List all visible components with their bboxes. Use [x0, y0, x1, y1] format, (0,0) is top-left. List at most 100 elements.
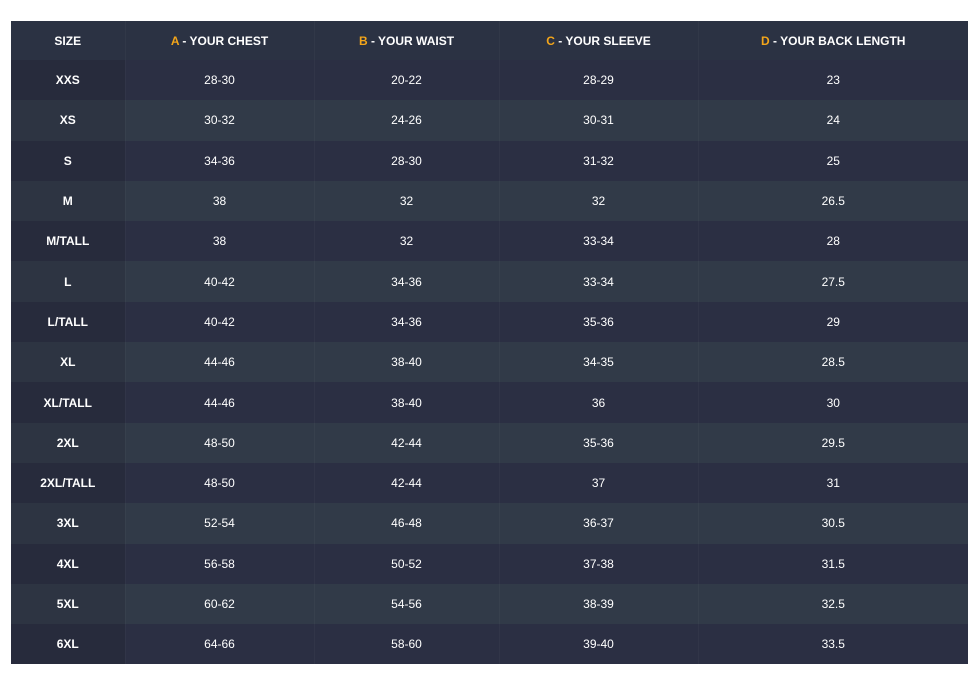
- sleeve-cell: 36: [499, 382, 698, 423]
- sleeve-cell: 31-32: [499, 140, 698, 181]
- size-chart-table: SIZE A - YOUR CHEST B - YOUR WAIST C - Y…: [11, 21, 968, 665]
- header-waist-letter: B: [358, 33, 368, 48]
- header-size: SIZE: [11, 21, 125, 60]
- table-body: XXS 28-30 20-22 28-29 23 XS 30-32 24-26 …: [11, 60, 968, 665]
- table-row: XS 30-32 24-26 30-31 24: [11, 100, 968, 141]
- back-length-cell: 30: [698, 382, 968, 423]
- table-row: XXS 28-30 20-22 28-29 23: [11, 60, 968, 101]
- table-row: M/TALL 38 32 33-34 28: [11, 221, 968, 262]
- chest-cell: 44-46: [125, 382, 314, 423]
- back-length-cell: 28: [698, 221, 968, 262]
- back-length-cell: 29: [698, 301, 968, 343]
- back-length-cell: 29.5: [698, 422, 968, 463]
- waist-cell: 54-56: [314, 583, 499, 625]
- chest-cell: 40-42: [125, 261, 314, 302]
- header-back-length-label: - YOUR BACK LENGTH: [769, 33, 906, 48]
- back-length-cell: 31.5: [698, 543, 968, 584]
- chest-cell: 38: [125, 180, 314, 222]
- sleeve-cell: 35-36: [499, 422, 698, 463]
- size-cell: XS: [11, 100, 125, 141]
- chest-cell: 64-66: [125, 624, 314, 665]
- sleeve-cell: 34-35: [499, 342, 698, 383]
- size-cell: S: [11, 140, 125, 181]
- chest-cell: 52-54: [125, 503, 314, 544]
- back-length-cell: 28.5: [698, 342, 968, 383]
- sleeve-cell: 33-34: [499, 221, 698, 262]
- back-length-cell: 33.5: [698, 624, 968, 665]
- header-chest: A - YOUR CHEST: [125, 21, 314, 60]
- header-sleeve: C - YOUR SLEEVE: [499, 21, 698, 60]
- waist-cell: 34-36: [314, 301, 499, 343]
- size-cell: XL: [11, 342, 125, 383]
- size-cell: 6XL: [11, 624, 125, 665]
- size-cell: M/TALL: [11, 221, 125, 262]
- chest-cell: 34-36: [125, 140, 314, 181]
- sleeve-cell: 36-37: [499, 503, 698, 544]
- table-row: 2XL 48-50 42-44 35-36 29.5: [11, 422, 968, 463]
- sleeve-cell: 28-29: [499, 60, 698, 101]
- header-waist: B - YOUR WAIST: [314, 21, 499, 60]
- header-waist-label: - YOUR WAIST: [367, 33, 455, 48]
- header-back-length-letter: D: [761, 33, 770, 48]
- waist-cell: 42-44: [314, 422, 499, 463]
- waist-cell: 32: [314, 221, 499, 262]
- back-length-cell: 30.5: [698, 503, 968, 544]
- sleeve-cell: 38-39: [499, 583, 698, 625]
- chest-cell: 28-30: [125, 60, 314, 101]
- size-cell: 2XL: [11, 422, 125, 463]
- table-row: 2XL/TALL 48-50 42-44 37 31: [11, 462, 968, 504]
- back-length-cell: 23: [698, 60, 968, 101]
- sleeve-cell: 37-38: [499, 543, 698, 584]
- size-cell: L/TALL: [11, 301, 125, 343]
- chest-cell: 56-58: [125, 543, 314, 584]
- table-row: XL/TALL 44-46 38-40 36 30: [11, 382, 968, 423]
- table-row: 5XL 60-62 54-56 38-39 32.5: [11, 583, 968, 625]
- size-cell: XL/TALL: [11, 382, 125, 423]
- waist-cell: 50-52: [314, 543, 499, 584]
- size-cell: M: [11, 180, 125, 222]
- sleeve-cell: 30-31: [499, 100, 698, 141]
- waist-cell: 46-48: [314, 503, 499, 544]
- header-sleeve-letter: C: [546, 33, 555, 48]
- waist-cell: 34-36: [314, 261, 499, 302]
- sleeve-cell: 33-34: [499, 261, 698, 302]
- size-cell: 3XL: [11, 503, 125, 544]
- waist-cell: 28-30: [314, 140, 499, 181]
- table-row: S 34-36 28-30 31-32 25: [11, 140, 968, 181]
- table-row: L 40-42 34-36 33-34 27.5: [11, 261, 968, 302]
- size-cell: 4XL: [11, 543, 125, 584]
- waist-cell: 24-26: [314, 100, 499, 141]
- waist-cell: 20-22: [314, 60, 499, 101]
- waist-cell: 58-60: [314, 624, 499, 665]
- table-row: L/TALL 40-42 34-36 35-36 29: [11, 301, 968, 343]
- back-length-cell: 32.5: [698, 583, 968, 625]
- table-row: 3XL 52-54 46-48 36-37 30.5: [11, 503, 968, 544]
- header-row: SIZE A - YOUR CHEST B - YOUR WAIST C - Y…: [11, 21, 968, 60]
- waist-cell: 42-44: [314, 462, 499, 504]
- back-length-cell: 25: [698, 140, 968, 181]
- back-length-cell: 24: [698, 100, 968, 141]
- table-row: 4XL 56-58 50-52 37-38 31.5: [11, 543, 968, 584]
- header-chest-letter: A: [170, 33, 180, 48]
- back-length-cell: 27.5: [698, 261, 968, 302]
- chest-cell: 60-62: [125, 583, 314, 625]
- chest-cell: 48-50: [125, 462, 314, 504]
- header-sleeve-label: - YOUR SLEEVE: [554, 33, 651, 48]
- sleeve-cell: 35-36: [499, 301, 698, 343]
- sleeve-cell: 32: [499, 180, 698, 222]
- chest-cell: 44-46: [125, 342, 314, 383]
- sleeve-cell: 39-40: [499, 624, 698, 665]
- back-length-cell: 26.5: [698, 180, 968, 222]
- chest-cell: 30-32: [125, 100, 314, 141]
- chest-cell: 38: [125, 221, 314, 262]
- table-row: 6XL 64-66 58-60 39-40 33.5: [11, 624, 968, 665]
- table-header: SIZE A - YOUR CHEST B - YOUR WAIST C - Y…: [11, 21, 968, 60]
- waist-cell: 38-40: [314, 342, 499, 383]
- back-length-cell: 31: [698, 462, 968, 504]
- waist-cell: 32: [314, 180, 499, 222]
- header-chest-label: - YOUR CHEST: [179, 33, 269, 48]
- size-cell: 5XL: [11, 583, 125, 625]
- size-cell: 2XL/TALL: [11, 462, 125, 504]
- chest-cell: 48-50: [125, 422, 314, 463]
- header-size-label: SIZE: [54, 33, 82, 48]
